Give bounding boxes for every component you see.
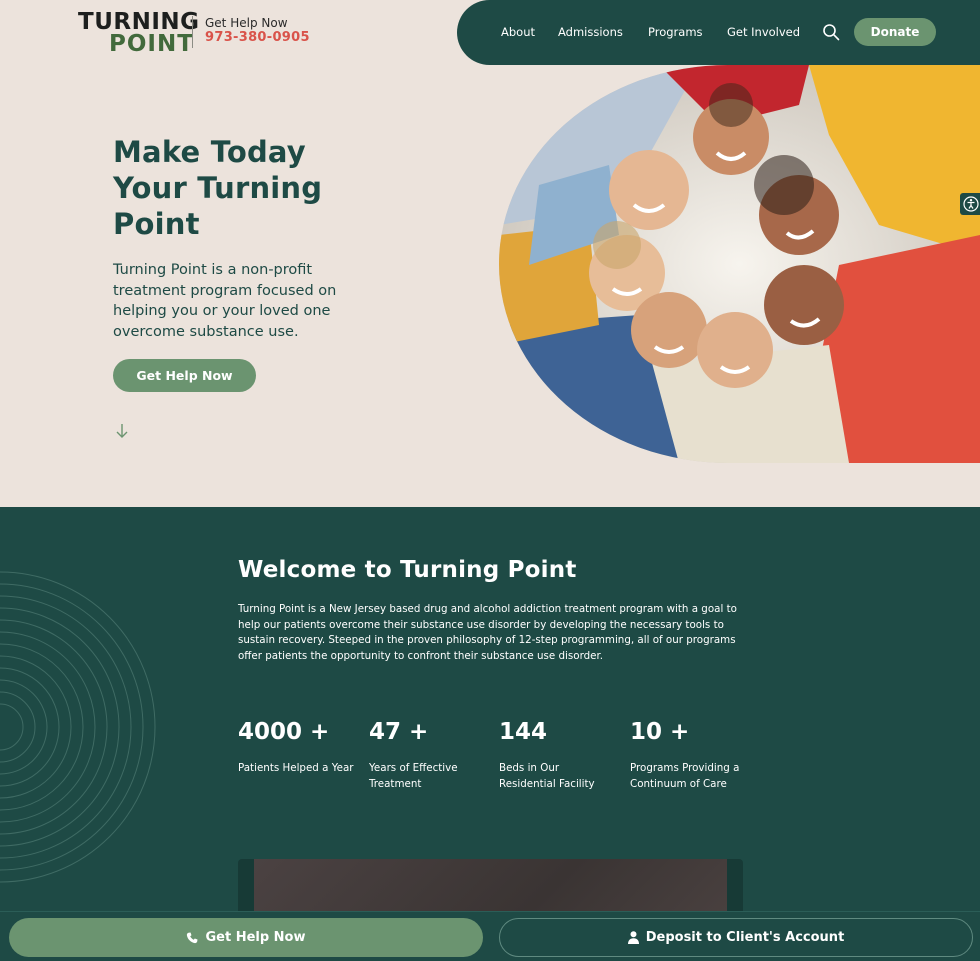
stat-label: Programs Providing a Continuum of Care xyxy=(630,762,740,790)
hero-description: Turning Point is a non-profit treatment … xyxy=(113,262,337,340)
hero-image xyxy=(499,65,980,463)
hero-title: Make Today Your Turning Point xyxy=(113,134,322,242)
stat-beds: 144 Beds in Our Residential Facility xyxy=(499,717,617,792)
hero-title-line-2: Your Turning xyxy=(113,171,323,205)
deposit-account-button[interactable]: Deposit to Client's Account xyxy=(499,918,973,957)
stat-number: 10 + xyxy=(630,719,690,745)
stat-label: Beds in Our Residential Facility xyxy=(499,762,595,790)
logo-text-bottom: POINT xyxy=(109,31,194,57)
arrow-down-icon[interactable] xyxy=(115,423,129,439)
stat-number: 47 + xyxy=(369,719,429,745)
header-help-label: Get Help Now xyxy=(205,16,288,30)
logo[interactable]: TURNING POINT xyxy=(78,10,199,56)
header-divider xyxy=(192,16,193,48)
nav-admissions[interactable]: Admissions xyxy=(558,24,623,40)
stat-number: 4000 + xyxy=(238,719,330,745)
stat-patients: 4000 + Patients Helped a Year xyxy=(238,717,356,777)
user-icon xyxy=(627,931,639,944)
stat-programs: 10 + Programs Providing a Continuum of C… xyxy=(630,717,748,792)
nav-about[interactable]: About xyxy=(501,24,535,40)
decorative-rings xyxy=(0,571,156,883)
hero-get-help-button[interactable]: Get Help Now xyxy=(113,359,256,392)
sticky-bottom-bar: Get Help Now Deposit to Client's Account xyxy=(0,911,980,961)
nav-get-involved[interactable]: Get Involved xyxy=(727,24,800,40)
group-photo-illustration xyxy=(499,65,980,463)
welcome-section: Welcome to Turning Point Turning Point i… xyxy=(0,507,980,961)
deposit-account-label: Deposit to Client's Account xyxy=(645,930,845,945)
hero-title-line-3: Point xyxy=(113,207,200,241)
stat-number: 144 xyxy=(499,719,548,745)
nav-programs[interactable]: Programs xyxy=(648,24,703,40)
header-phone-link[interactable]: 973-380-0905 xyxy=(205,30,310,46)
bottom-get-help-label: Get Help Now xyxy=(205,930,306,945)
bottom-get-help-button[interactable]: Get Help Now xyxy=(9,918,483,957)
phone-icon xyxy=(187,932,198,943)
stat-years: 47 + Years of Effective Treatment xyxy=(369,717,487,792)
stat-label: Years of Effective Treatment xyxy=(369,762,458,790)
welcome-title: Welcome to Turning Point xyxy=(238,557,577,583)
welcome-text: Turning Point is a New Jersey based drug… xyxy=(238,603,737,662)
hero-title-line-1: Make Today xyxy=(113,135,306,169)
donate-button[interactable]: Donate xyxy=(854,18,936,46)
accessibility-icon[interactable] xyxy=(960,193,980,215)
stat-label: Patients Helped a Year xyxy=(238,762,354,774)
search-icon[interactable] xyxy=(822,23,840,41)
